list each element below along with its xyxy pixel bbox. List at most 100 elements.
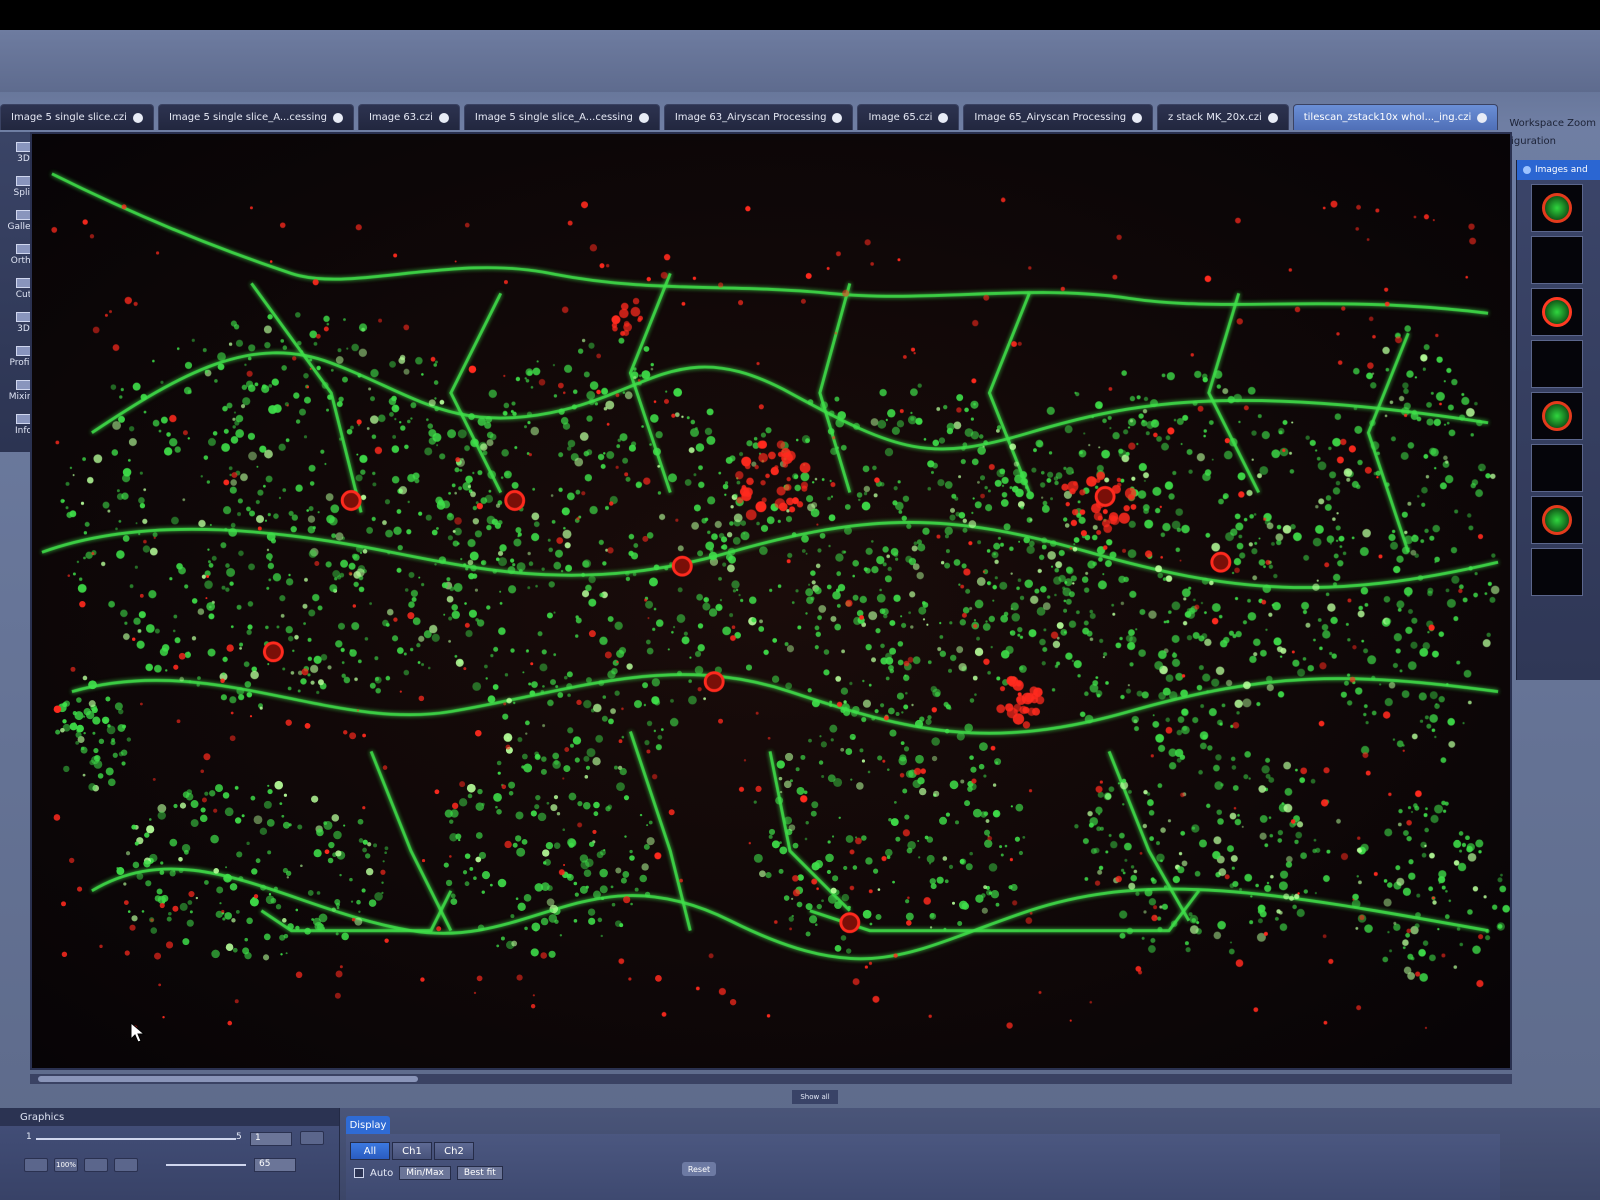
red-signal-dot (1089, 1000, 1093, 1004)
green-signal-dot (1261, 765, 1270, 774)
red-signal-dot (434, 789, 440, 795)
green-signal-dot (623, 795, 630, 801)
green-signal-dot (340, 647, 345, 653)
image-thumbnail[interactable] (1531, 184, 1583, 232)
document-tab[interactable]: Image 5 single slice.czi (0, 104, 154, 130)
images-panel-header[interactable]: Images and (1517, 160, 1600, 180)
document-tab[interactable]: Image 5 single slice_A...cessing (463, 104, 660, 130)
image-thumbnail[interactable] (1531, 236, 1583, 284)
close-icon[interactable] (1477, 112, 1488, 123)
reset-button[interactable]: Reset (682, 1162, 716, 1176)
channel-ch2-button[interactable]: Ch2 (434, 1142, 474, 1160)
green-signal-dot (814, 923, 818, 927)
image-thumbnail[interactable] (1531, 340, 1583, 388)
green-signal-dot (1105, 850, 1109, 854)
green-signal-dot (503, 411, 508, 416)
close-icon[interactable] (438, 112, 449, 123)
red-signal-dot (789, 927, 792, 931)
green-signal-dot (357, 659, 362, 664)
tab-display[interactable]: Display (346, 1116, 390, 1134)
green-signal-dot (677, 587, 683, 593)
image-thumbnail[interactable] (1531, 444, 1583, 492)
green-signal-dot (165, 669, 168, 672)
workspace-zoom-label[interactable]: Workspace Zoom (1509, 118, 1596, 129)
close-icon[interactable] (638, 112, 649, 123)
play-button[interactable] (300, 1131, 324, 1145)
close-icon[interactable] (332, 112, 343, 123)
green-signal-dot (533, 521, 540, 528)
image-thumbnail[interactable] (1531, 548, 1583, 596)
green-signal-dot (779, 790, 783, 794)
document-tab[interactable]: z stack MK_20x.czi (1157, 104, 1289, 130)
green-signal-dot (1288, 451, 1292, 455)
graphics-panel-header[interactable]: Graphics (0, 1108, 339, 1126)
green-signal-dot (384, 499, 391, 505)
green-signal-dot (1459, 942, 1464, 947)
close-icon[interactable] (832, 112, 843, 123)
red-signal-dot (178, 652, 186, 660)
zoom-spinbox[interactable]: 65 (254, 1158, 296, 1172)
red-signal-dot (868, 961, 873, 965)
green-signal-dot (232, 417, 236, 421)
green-signal-dot (1150, 877, 1155, 882)
green-signal-dot (464, 445, 470, 452)
green-signal-dot (1148, 898, 1157, 906)
green-signal-dot (1016, 586, 1020, 591)
scrollbar-thumb[interactable] (38, 1076, 418, 1082)
red-signal-dot (972, 319, 979, 327)
show-all-button[interactable]: Show all (792, 1090, 838, 1104)
zoom-slider[interactable] (166, 1164, 246, 1166)
green-signal-dot (655, 431, 663, 439)
green-signal-dot (385, 623, 390, 627)
red-signal-dot (1364, 466, 1372, 474)
z-slider[interactable] (36, 1138, 236, 1140)
green-signal-dot (953, 421, 962, 430)
document-tab[interactable]: Image 65.czi (857, 104, 960, 130)
red-signal-dot (503, 702, 507, 706)
green-signal-dot (910, 411, 913, 415)
red-signal-dot (826, 266, 830, 270)
horizontal-scrollbar[interactable] (30, 1074, 1512, 1084)
document-tab[interactable]: tilescan_zstack10x whol..._ing.czi (1292, 104, 1499, 130)
channel-ch1-button[interactable]: Ch1 (392, 1142, 432, 1160)
green-signal-dot (1309, 439, 1316, 446)
image-thumbnail[interactable] (1531, 392, 1583, 440)
green-signal-dot (434, 397, 437, 400)
zoom-in-icon[interactable] (114, 1158, 138, 1172)
green-signal-dot (655, 744, 662, 751)
red-signal-dot (253, 894, 259, 899)
green-signal-dot (610, 885, 614, 889)
zoom-100-button[interactable]: 100% (54, 1158, 78, 1172)
document-tab[interactable]: Image 65_Airyscan Processing (963, 104, 1154, 130)
fit-icon[interactable] (24, 1158, 48, 1172)
image-thumbnail[interactable] (1531, 496, 1583, 544)
z-spinbox[interactable]: 1 (250, 1132, 292, 1146)
green-signal-dot (1346, 477, 1351, 482)
green-signal-dot (316, 891, 321, 895)
red-signal-dot (143, 539, 147, 544)
close-icon[interactable] (1132, 112, 1143, 123)
image-viewer[interactable] (30, 132, 1512, 1070)
close-icon[interactable] (938, 112, 949, 123)
green-signal-dot (546, 885, 553, 892)
close-icon[interactable] (132, 112, 143, 123)
close-icon[interactable] (1267, 112, 1278, 123)
minmax-button[interactable]: Min/Max (399, 1166, 451, 1180)
green-signal-dot (1003, 523, 1011, 531)
document-tab[interactable]: Image 63.czi (357, 104, 460, 130)
bestfit-button[interactable]: Best fit (456, 1166, 503, 1180)
image-thumbnail[interactable] (1531, 288, 1583, 336)
document-tab[interactable]: Image 63_Airyscan Processing (663, 104, 854, 130)
document-tab[interactable]: Image 5 single slice_A...cessing (157, 104, 354, 130)
green-signal-dot (815, 631, 821, 637)
green-signal-dot (1212, 850, 1221, 860)
green-signal-dot (1284, 787, 1293, 796)
auto-checkbox[interactable] (354, 1168, 364, 1178)
channel-all-button[interactable]: All (350, 1142, 390, 1160)
red-signal-dot (476, 975, 483, 982)
green-signal-dot (410, 402, 417, 409)
green-signal-dot (1143, 789, 1148, 795)
green-signal-dot (1259, 832, 1267, 840)
green-signal-dot (275, 904, 282, 910)
zoom-out-icon[interactable] (84, 1158, 108, 1172)
